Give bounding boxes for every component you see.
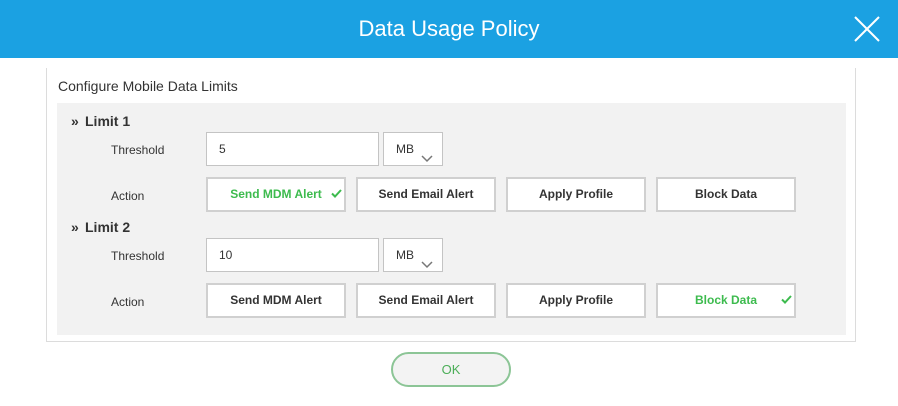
limit-2-block-data-button[interactable]: Block Data <box>656 283 796 318</box>
limit-1-action-label: Action <box>111 189 145 203</box>
chevron-right-icon: » <box>71 113 79 129</box>
chevron-down-icon <box>421 250 433 269</box>
limit-2-action-label: Action <box>111 295 145 309</box>
limit-2-send-mdm-alert-button[interactable]: Send MDM Alert <box>206 283 346 318</box>
limit-2-threshold-input[interactable]: 10 <box>206 238 379 272</box>
dialog-header: Data Usage Policy <box>0 0 898 58</box>
button-label: Send MDM Alert <box>230 187 322 201</box>
button-label: Send Email Alert <box>378 293 474 307</box>
limit-2-heading: » Limit 2 <box>71 219 130 235</box>
limit-1-unit-select[interactable]: MB <box>383 132 443 166</box>
limit-1-block-data-button[interactable]: Block Data <box>656 177 796 212</box>
limit-1-label: Limit 1 <box>85 113 131 129</box>
button-label: Apply Profile <box>538 187 613 201</box>
ok-button[interactable]: OK <box>391 352 511 387</box>
limit-1-threshold-input[interactable]: 5 <box>206 132 379 166</box>
dialog-title: Data Usage Policy <box>358 16 540 41</box>
limit-2-threshold-label: Threshold <box>111 249 165 263</box>
button-label: Block Data <box>694 293 758 307</box>
button-label: Apply Profile <box>538 293 613 307</box>
limits-container: » Limit 1 Threshold 5 MB Action Send MDM … <box>57 103 846 335</box>
limit-2-label: Limit 2 <box>85 219 131 235</box>
chevron-right-icon: » <box>71 219 79 235</box>
checkmark-icon <box>781 285 792 304</box>
limit-1-send-email-alert-button[interactable]: Send Email Alert <box>356 177 496 212</box>
close-icon[interactable] <box>852 14 882 44</box>
limit-2-send-email-alert-button[interactable]: Send Email Alert <box>356 283 496 318</box>
limit-1-threshold-label: Threshold <box>111 143 165 157</box>
limits-panel: Configure Mobile Data Limits » Limit 1 Th… <box>46 68 856 342</box>
chevron-down-icon <box>421 144 433 163</box>
limit-2-unit-value: MB <box>396 248 414 262</box>
checkmark-icon <box>331 179 342 198</box>
button-label: Block Data <box>694 187 758 201</box>
button-label: Send MDM Alert <box>230 293 322 307</box>
limit-1-heading: » Limit 1 <box>71 113 130 129</box>
limit-2-apply-profile-button[interactable]: Apply Profile <box>506 283 646 318</box>
section-title: Configure Mobile Data Limits <box>58 78 238 94</box>
limit-1-unit-value: MB <box>396 142 414 156</box>
limit-2-unit-select[interactable]: MB <box>383 238 443 272</box>
button-label: Send Email Alert <box>378 187 474 201</box>
limit-1-apply-profile-button[interactable]: Apply Profile <box>506 177 646 212</box>
limit-1-send-mdm-alert-button[interactable]: Send MDM Alert <box>206 177 346 212</box>
